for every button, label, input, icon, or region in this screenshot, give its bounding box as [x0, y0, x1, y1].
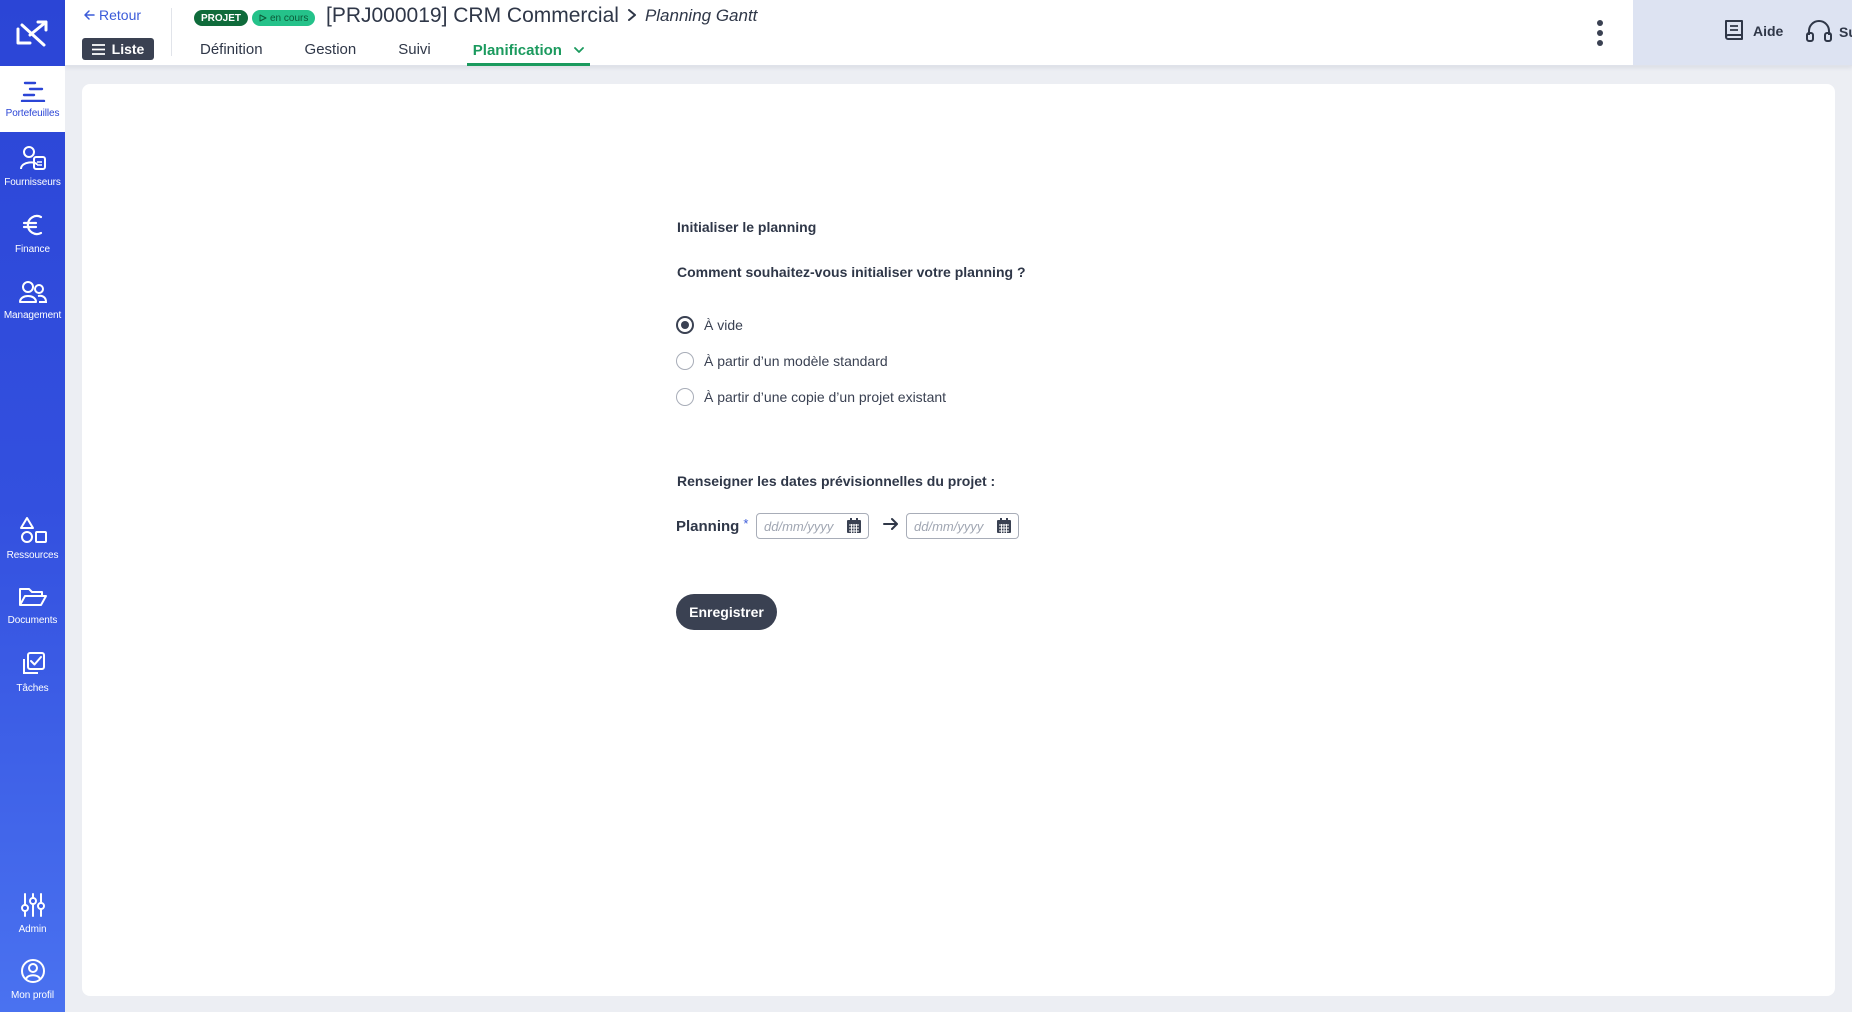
folder-icon [18, 587, 47, 606]
user-circle-icon [20, 958, 45, 983]
page-title: [PRJ000019] CRM Commercial Planning Gant… [326, 4, 757, 28]
option-label: À partir d’un modèle standard [704, 353, 888, 369]
option-label: À vide [704, 317, 743, 333]
liste-label: Liste [111, 41, 145, 57]
sidebar-item-ressources[interactable]: Ressources [0, 505, 65, 571]
sidebar-item-label: Mon profil [11, 989, 54, 1001]
status-badge: en cours [252, 10, 316, 26]
app-logo-icon [16, 20, 47, 47]
arrow-left-icon [84, 10, 95, 20]
option-a-vide[interactable]: À vide [676, 316, 743, 334]
supplier-icon [19, 145, 46, 170]
sidebar-item-label: Fournisseurs [4, 176, 61, 188]
end-date-input[interactable] [914, 518, 994, 534]
sidebar-item-documents[interactable]: Documents [0, 572, 65, 638]
tab-planification[interactable]: Planification [466, 40, 591, 66]
tab-bar: Définition Gestion Suivi Planification [194, 40, 591, 66]
task-check-icon [22, 651, 45, 674]
sidebar-item-label: Management [3, 309, 62, 321]
help-button[interactable]: Aide [1723, 18, 1783, 44]
option-label: À partir d’une copie d’un projet existan… [704, 389, 947, 405]
play-icon [259, 14, 267, 22]
sidebar-item-portefeuilles[interactable]: Portefeuilles [0, 66, 65, 132]
dates-title: Renseigner les dates prévisionnelles du … [677, 473, 996, 489]
divider [171, 8, 172, 56]
type-badge: PROJET [194, 10, 249, 26]
sliders-icon [20, 892, 45, 917]
back-label: Retour [99, 7, 142, 23]
radio-button[interactable] [676, 316, 694, 334]
sidebar-item-label: Documents [7, 614, 58, 626]
tab-gestion[interactable]: Gestion [299, 40, 363, 66]
chevron-down-icon [574, 40, 585, 60]
help-area: Aide Support [1633, 0, 1852, 65]
help-label: Aide [1753, 23, 1784, 39]
planning-label: Planning * [676, 516, 748, 535]
init-title: Initialiser le planning [677, 219, 817, 235]
support-button[interactable]: Support [1805, 19, 1852, 45]
required-mark: * [743, 516, 749, 531]
sidebar-item-label: Finance [15, 243, 50, 255]
liste-button[interactable]: Liste [82, 38, 154, 60]
tab-label: Définition [200, 41, 263, 58]
headset-icon [1806, 20, 1832, 42]
radio-button[interactable] [676, 388, 694, 406]
tab-label: Planification [472, 42, 562, 59]
list-icon [91, 43, 105, 55]
portfolio-gantt-icon [20, 81, 45, 102]
tab-definition[interactable]: Définition [194, 40, 269, 66]
planning-label-text: Planning [676, 518, 740, 535]
status-label: en cours [270, 12, 309, 24]
people-icon [18, 280, 47, 303]
tab-suivi[interactable]: Suivi [392, 40, 437, 66]
euro-icon [22, 214, 42, 235]
back-link[interactable]: Retour [83, 7, 141, 23]
more-menu-icon[interactable] [1590, 16, 1610, 50]
main-card: Initialiser le planning Comment souhaite… [82, 84, 1835, 996]
page-subtitle: Planning Gantt [644, 6, 758, 25]
sidebar-item-management[interactable]: Management [0, 267, 65, 333]
option-copie-projet[interactable]: À partir d’une copie d’un projet existan… [676, 388, 946, 406]
radio-button[interactable] [676, 352, 694, 370]
sidebar-item-label: Portefeuilles [5, 107, 60, 119]
sidebar-item-fournisseurs[interactable]: Fournisseurs [0, 133, 65, 199]
tab-label: Suivi [398, 41, 431, 58]
tab-label: Gestion [304, 41, 357, 58]
shapes-icon [19, 516, 47, 543]
top-bar: Retour Liste PROJET en cours [PRJ000019]… [65, 0, 1852, 66]
sidebar-item-label: Ressources [6, 549, 59, 561]
start-date-field[interactable] [756, 513, 869, 539]
breadcrumb-chevron-icon [627, 6, 637, 27]
support-label: Support [1839, 24, 1852, 40]
project-title: [PRJ000019] CRM Commercial [326, 4, 619, 27]
calendar-icon[interactable] [846, 518, 862, 534]
book-icon [1725, 20, 1743, 40]
init-question: Comment souhaitez-vous initialiser votre… [677, 264, 1026, 280]
sidebar-item-admin[interactable]: Admin [0, 880, 65, 946]
sidebar-item-mon-profil[interactable]: Mon profil [0, 946, 65, 1012]
sidebar-item-taches[interactable]: Tâches [0, 639, 65, 705]
save-button[interactable]: Enregistrer [676, 594, 777, 630]
option-modele-standard[interactable]: À partir d’un modèle standard [676, 352, 888, 370]
sidebar-item-label: Tâches [16, 682, 49, 694]
arrow-right-icon [882, 516, 900, 537]
end-date-field[interactable] [906, 513, 1019, 539]
sidebar-item-label: Admin [18, 923, 47, 935]
sidebar-item-finance[interactable]: Finance [0, 200, 65, 266]
start-date-input[interactable] [764, 518, 844, 534]
calendar-icon[interactable] [996, 518, 1012, 534]
sidebar: Portefeuilles Fournisseurs Finance Manag… [0, 0, 65, 1012]
app-logo[interactable] [0, 0, 65, 66]
